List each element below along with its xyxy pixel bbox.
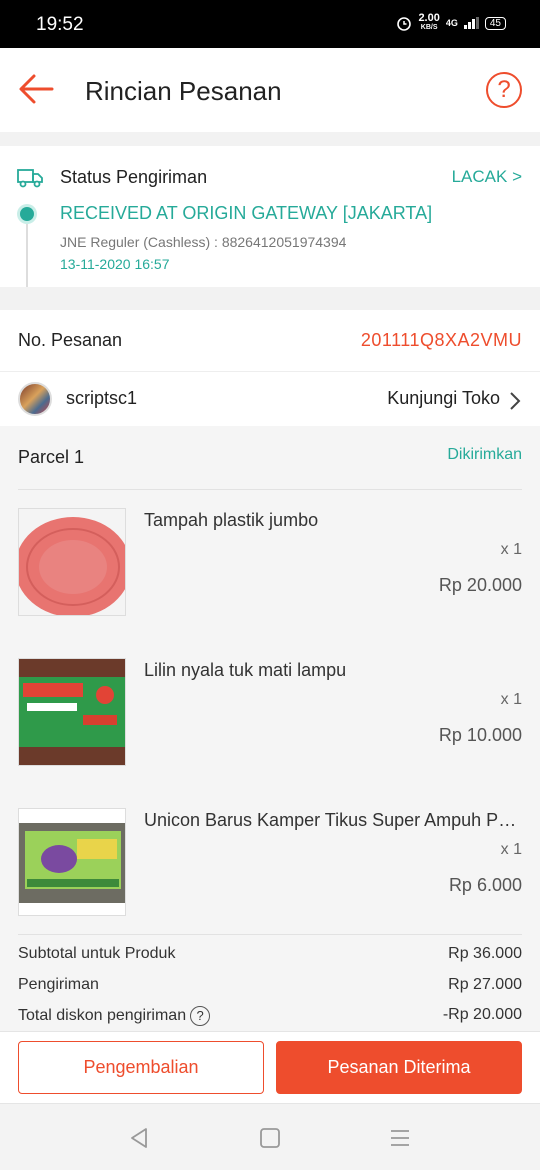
subtotal-row: Subtotal untuk Produk Rp 36.000	[18, 945, 522, 963]
shipping-fee-row: Pengiriman Rp 27.000	[18, 976, 522, 994]
action-bar: Pengembalian Pesanan Diterima	[0, 1031, 540, 1103]
shop-avatar[interactable]	[18, 382, 52, 416]
subtotal-label: Subtotal untuk Produk	[18, 945, 176, 962]
product-price: Rp 6.000	[448, 875, 522, 895]
signal-icon	[463, 17, 479, 29]
battery-icon: 45	[484, 16, 506, 30]
timeline-dot	[20, 207, 34, 221]
system-status-bar: 19:52 2.00 KB/S 4G 45	[0, 0, 540, 48]
page-title: Rincian Pesanan	[85, 76, 282, 106]
product-name: Lilin nyala tuk mati lampu	[144, 660, 347, 680]
order-received-button[interactable]: Pesanan Diterima	[276, 1041, 522, 1094]
arrow-left-icon[interactable]	[18, 72, 56, 106]
shipping-fee-label: Pengiriman	[18, 976, 99, 993]
parcel-status: Dikirimkan	[447, 446, 522, 463]
product-image[interactable]	[18, 808, 126, 916]
shop-name[interactable]: scriptsc1	[66, 388, 137, 409]
nav-menu-icon[interactable]	[388, 1126, 412, 1150]
truck-icon	[17, 169, 43, 188]
question-circle-icon[interactable]: ?	[486, 72, 522, 108]
product-price: Rp 20.000	[438, 575, 522, 595]
question-circle-icon[interactable]: ?	[190, 1006, 211, 1026]
product-name: Unicon Barus Kamper Tikus Super Ampuh Pe…	[144, 810, 522, 830]
timeline-line	[26, 224, 28, 287]
net-speed-unit: KB/S	[420, 24, 438, 31]
chevron-right-icon[interactable]	[508, 390, 522, 412]
product-qty: x 1	[500, 691, 522, 708]
order-number-label: No. Pesanan	[18, 330, 123, 350]
parcel-section: Parcel 1 Dikirimkan Tampah plastik jumbo…	[0, 426, 540, 1031]
shop-row[interactable]: scriptsc1 Kunjungi Toko	[0, 372, 540, 426]
shipping-datetime: 13-11-2020 16:57	[60, 256, 170, 272]
clock: 19:52	[36, 14, 84, 35]
divider	[18, 489, 522, 490]
product-item[interactable]: Unicon Barus Kamper Tikus Super Ampuh Pe…	[18, 808, 522, 916]
divider	[18, 934, 522, 935]
plate-image	[19, 509, 125, 615]
shipping-discount-row: Total diskon pengiriman? -Rp 20.000	[18, 1006, 522, 1026]
candle-box-image	[19, 659, 125, 765]
order-number-row: No. Pesanan 201111Q8XA2VMU	[0, 310, 540, 372]
net-speed: 2.00 KB/S	[418, 12, 440, 32]
shipping-status-label: Status Pengiriman	[60, 167, 208, 187]
parcel-title: Parcel 1	[18, 447, 85, 467]
shipping-status-card[interactable]: Status Pengiriman LACAK > RECEIVED AT OR…	[0, 146, 540, 287]
shipping-fee-value: Rp 27.000	[448, 976, 522, 993]
product-item[interactable]: Tampah plastik jumbo x 1 Rp 20.000	[18, 508, 522, 616]
status-icons: 2.00 KB/S 4G 45	[396, 12, 506, 32]
track-link[interactable]: LACAK >	[452, 167, 522, 187]
net-speed-value: 2.00	[418, 12, 440, 24]
shipping-discount-value: -Rp 20.000	[442, 1006, 522, 1023]
app-header: Rincian Pesanan ?	[0, 48, 540, 132]
nav-back-icon[interactable]	[128, 1126, 152, 1150]
order-number-value[interactable]: 201111Q8XA2VMU	[361, 330, 522, 351]
alarm-icon	[397, 17, 412, 31]
subtotal-value: Rp 36.000	[448, 945, 522, 962]
nav-home-icon[interactable]	[258, 1126, 282, 1150]
product-qty: x 1	[500, 541, 522, 558]
product-image[interactable]	[18, 658, 126, 766]
shipping-discount-label: Total diskon pengiriman	[18, 1007, 187, 1025]
courier-tracking-number: JNE Reguler (Cashless) : 882641205197439…	[60, 234, 347, 250]
system-nav-bar	[0, 1103, 540, 1170]
visit-shop-button[interactable]: Kunjungi Toko	[387, 388, 500, 409]
product-image[interactable]	[18, 508, 126, 616]
network-type: 4G	[445, 18, 458, 28]
return-button[interactable]: Pengembalian	[18, 1041, 264, 1094]
shipping-latest-status: RECEIVED AT ORIGIN GATEWAY [JAKARTA]	[60, 203, 433, 223]
mothball-box-image	[19, 809, 125, 915]
product-price: Rp 10.000	[438, 725, 522, 745]
product-item[interactable]: Lilin nyala tuk mati lampu x 1 Rp 10.000	[18, 658, 522, 766]
product-name: Tampah plastik jumbo	[144, 510, 319, 530]
product-qty: x 1	[500, 841, 522, 858]
